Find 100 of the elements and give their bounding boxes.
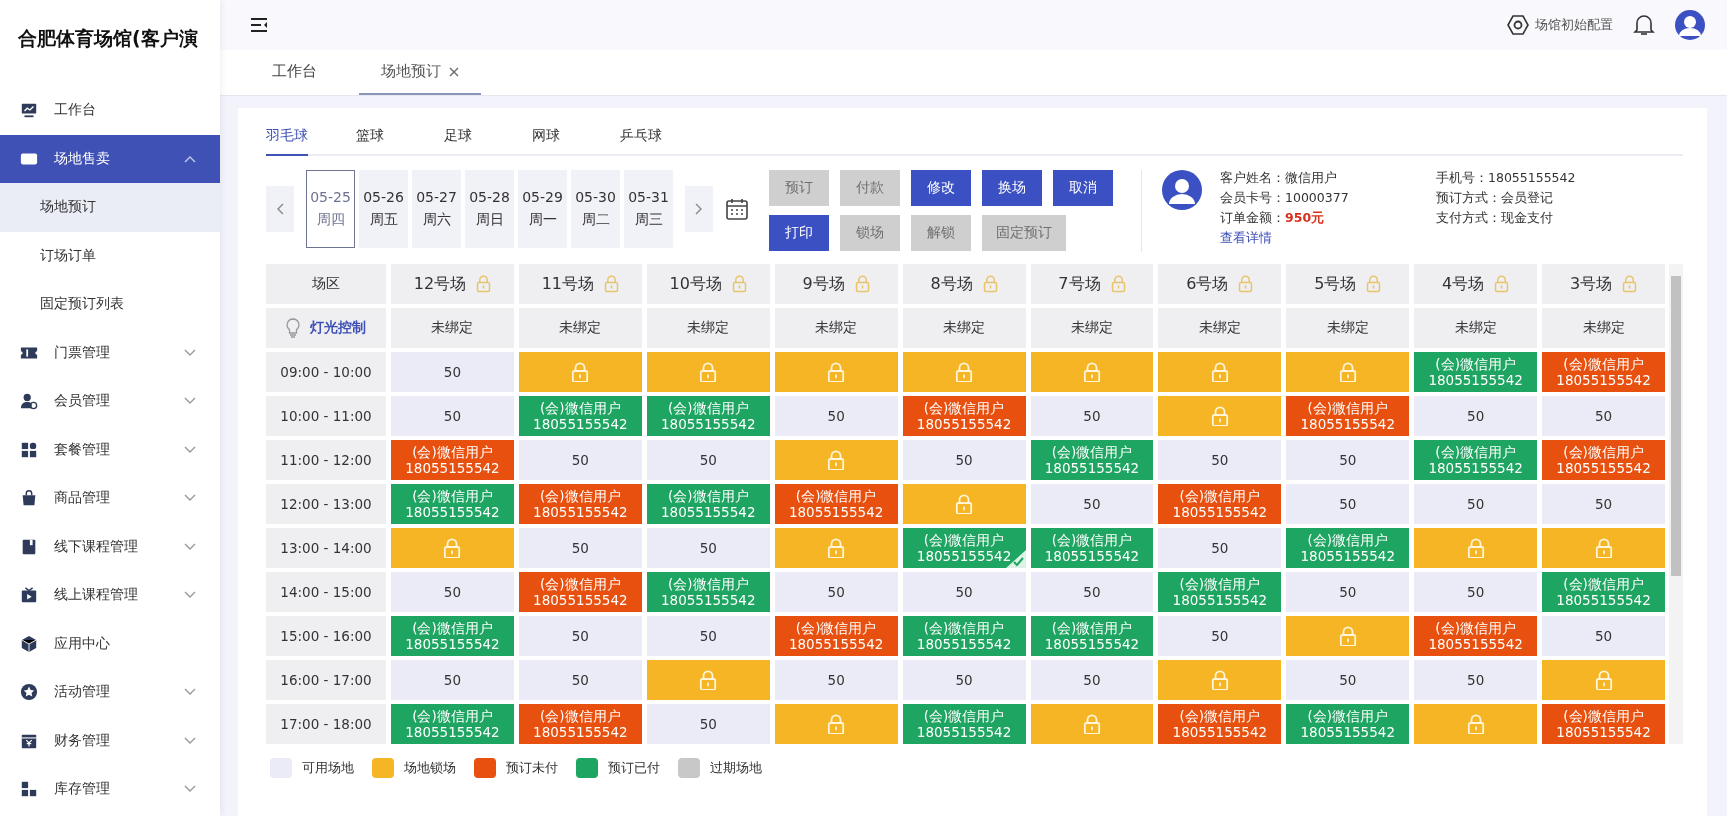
nav-subitem[interactable]: 订场订单: [0, 231, 220, 280]
available-slot[interactable]: 50: [902, 440, 1026, 480]
locked-slot[interactable]: [774, 440, 898, 480]
available-slot[interactable]: 50: [1414, 484, 1538, 524]
available-slot[interactable]: 50: [646, 440, 770, 480]
available-slot[interactable]: 50: [646, 528, 770, 568]
locked-slot[interactable]: [646, 660, 770, 700]
booked-slot[interactable]: (会)微信用户 18055155542: [1542, 704, 1665, 744]
nav-item[interactable]: 商品管理: [0, 474, 220, 523]
available-slot[interactable]: 50: [1286, 660, 1410, 700]
nav-item[interactable]: 会员管理: [0, 377, 220, 426]
booked-slot[interactable]: (会)微信用户 18055155542: [774, 484, 898, 524]
available-slot[interactable]: 50: [391, 396, 514, 436]
locked-slot[interactable]: [1414, 528, 1538, 568]
nav-item[interactable]: 应用中心: [0, 619, 220, 668]
booked-slot[interactable]: (会)微信用户 18055155542: [902, 396, 1026, 436]
available-slot[interactable]: 50: [646, 704, 770, 744]
action-button[interactable]: 修改: [911, 170, 971, 206]
light-control-cell[interactable]: 灯光控制: [266, 308, 386, 348]
available-slot[interactable]: 50: [1286, 440, 1410, 480]
booked-slot[interactable]: (会)微信用户 18055155542: [518, 572, 642, 612]
sport-tab[interactable]: 羽毛球: [266, 118, 308, 156]
booked-slot[interactable]: (会)微信用户 18055155542: [1286, 396, 1410, 436]
available-slot[interactable]: 50: [1414, 396, 1538, 436]
action-button[interactable]: 换场: [982, 170, 1042, 206]
available-slot[interactable]: 50: [1542, 484, 1665, 524]
locked-slot[interactable]: [902, 484, 1026, 524]
booked-slot[interactable]: (会)微信用户 18055155542: [518, 484, 642, 524]
locked-slot[interactable]: [1158, 396, 1282, 436]
nav-subitem[interactable]: 场地预订: [0, 183, 220, 232]
available-slot[interactable]: 50: [518, 616, 642, 656]
locked-slot[interactable]: [1542, 528, 1665, 568]
locked-slot[interactable]: [391, 528, 514, 568]
booked-slot[interactable]: (会)微信用户 18055155542: [1158, 484, 1282, 524]
date-tab[interactable]: 05-25 周四: [306, 170, 355, 248]
available-slot[interactable]: 50: [774, 660, 898, 700]
date-tab[interactable]: 05-26 周五: [359, 170, 408, 248]
booked-slot[interactable]: (会)微信用户 18055155542: [1414, 616, 1538, 656]
locked-slot[interactable]: [1030, 704, 1154, 744]
nav-item[interactable]: 活动管理: [0, 668, 220, 717]
locked-slot[interactable]: [1158, 352, 1282, 392]
nav-subitem[interactable]: 固定预订列表: [0, 280, 220, 329]
available-slot[interactable]: 50: [1030, 396, 1154, 436]
booked-slot[interactable]: (会)微信用户 18055155542: [774, 616, 898, 656]
available-slot[interactable]: 50: [1542, 396, 1665, 436]
available-slot[interactable]: 50: [902, 572, 1026, 612]
locked-slot[interactable]: [1542, 660, 1665, 700]
bell-icon[interactable]: [1633, 13, 1655, 37]
available-slot[interactable]: 50: [902, 660, 1026, 700]
nav-item[interactable]: 工作台: [0, 86, 220, 135]
locked-slot[interactable]: [1286, 616, 1410, 656]
action-button[interactable]: 打印: [769, 215, 829, 251]
available-slot[interactable]: 50: [1158, 616, 1282, 656]
nav-item[interactable]: 线上课程管理: [0, 571, 220, 620]
locked-slot[interactable]: [902, 352, 1026, 392]
nav-item[interactable]: 场地售卖: [0, 134, 220, 183]
booked-slot[interactable]: (会)微信用户 18055155542: [1542, 352, 1665, 392]
available-slot[interactable]: 50: [1414, 572, 1538, 612]
available-slot[interactable]: 50: [518, 660, 642, 700]
available-slot[interactable]: 50: [1030, 660, 1154, 700]
booked-slot[interactable]: (会)微信用户 18055155542: [1158, 704, 1282, 744]
booked-slot[interactable]: (会)微信用户 18055155542: [391, 440, 514, 480]
available-slot[interactable]: 50: [391, 660, 514, 700]
page-tab[interactable]: 工作台: [250, 50, 339, 95]
close-icon[interactable]: [449, 66, 459, 77]
date-tab[interactable]: 05-28 周日: [465, 170, 514, 248]
nav-item[interactable]: 库存管理: [0, 765, 220, 814]
sport-tab[interactable]: 篮球: [356, 118, 444, 156]
previous-button[interactable]: [266, 186, 294, 232]
date-tab[interactable]: 05-29 周一: [518, 170, 567, 248]
locked-slot[interactable]: [1030, 352, 1154, 392]
available-slot[interactable]: 50: [1158, 528, 1282, 568]
venue-config-link[interactable]: 场馆初始配置: [1535, 16, 1613, 34]
date-tab[interactable]: 05-30 周二: [571, 170, 620, 248]
available-slot[interactable]: 50: [774, 572, 898, 612]
available-slot[interactable]: 50: [646, 616, 770, 656]
locked-slot[interactable]: [774, 704, 898, 744]
calendar-icon[interactable]: [725, 197, 749, 221]
available-slot[interactable]: 50: [391, 572, 514, 612]
locked-slot[interactable]: [1158, 660, 1282, 700]
available-slot[interactable]: 50: [518, 528, 642, 568]
available-slot[interactable]: 50: [391, 352, 514, 392]
nav-item[interactable]: 套餐管理: [0, 425, 220, 474]
available-slot[interactable]: 50: [1030, 484, 1154, 524]
avatar-icon[interactable]: [1675, 10, 1705, 40]
available-slot[interactable]: 50: [518, 440, 642, 480]
locked-slot[interactable]: [1286, 352, 1410, 392]
sport-tab[interactable]: 乒乓球: [620, 118, 708, 156]
date-tab[interactable]: 05-31 周三: [624, 170, 673, 248]
locked-slot[interactable]: [518, 352, 642, 392]
menu-icon[interactable]: [250, 17, 268, 33]
sport-tab[interactable]: 网球: [532, 118, 620, 156]
nav-item[interactable]: 财务管理: [0, 716, 220, 765]
locked-slot[interactable]: [774, 352, 898, 392]
available-slot[interactable]: 50: [1414, 660, 1538, 700]
available-slot[interactable]: 50: [1542, 616, 1665, 656]
next-button[interactable]: [685, 186, 713, 232]
available-slot[interactable]: 50: [1030, 572, 1154, 612]
scrollbar[interactable]: [1669, 264, 1683, 744]
locked-slot[interactable]: [774, 528, 898, 568]
